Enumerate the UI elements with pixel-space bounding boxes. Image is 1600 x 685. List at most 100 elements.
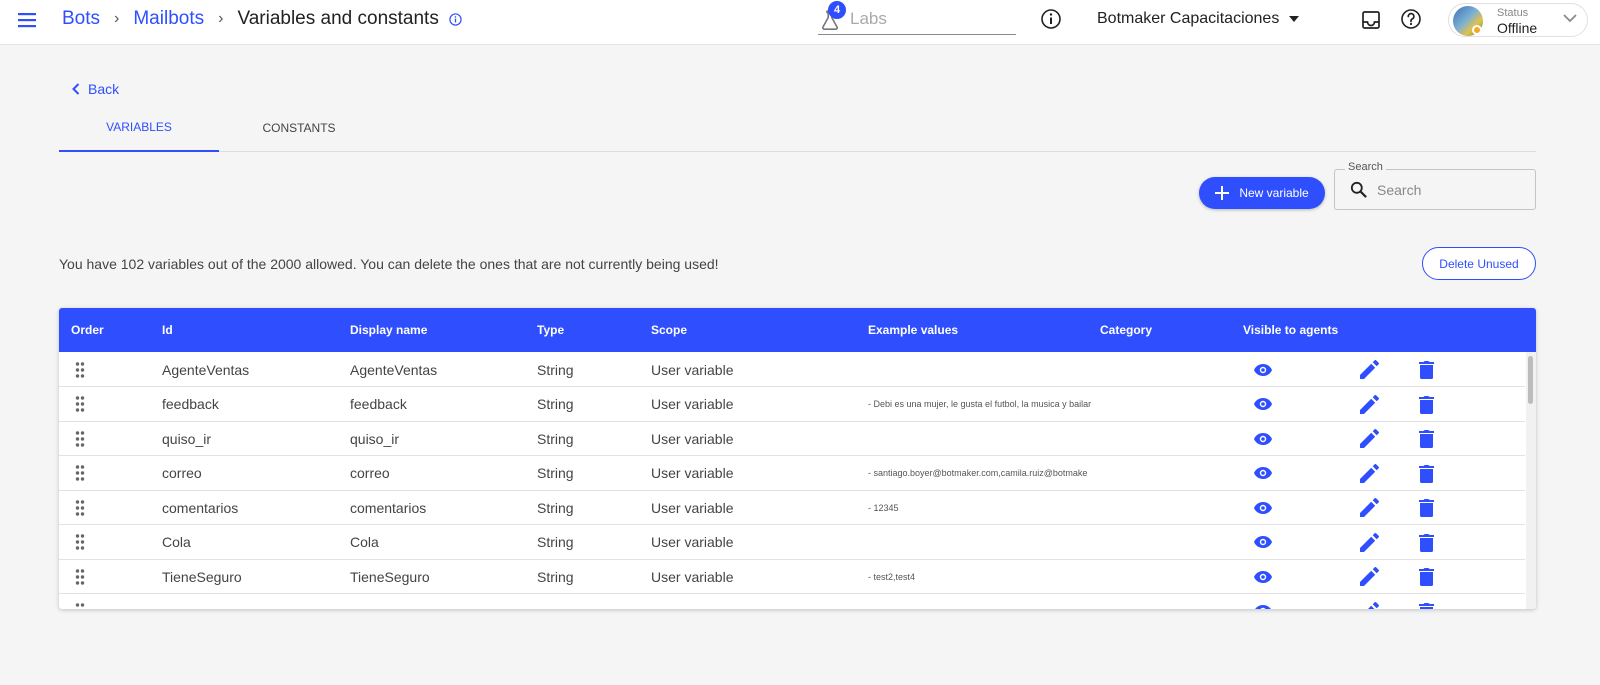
- cell-example-values: [868, 525, 1092, 560]
- table-row: AgenteVentas AgenteVentas String User va…: [59, 352, 1525, 387]
- header-order[interactable]: Order: [71, 308, 104, 352]
- table-body: AgenteVentas AgenteVentas String User va…: [59, 352, 1536, 609]
- cell-display-name: feedback: [350, 396, 407, 412]
- drag-handle-icon[interactable]: [75, 559, 85, 594]
- eye-icon[interactable]: [1254, 352, 1272, 387]
- trash-icon[interactable]: [1419, 421, 1434, 456]
- header-category[interactable]: Category: [1100, 308, 1152, 352]
- eye-icon[interactable]: [1254, 490, 1272, 525]
- table-row: TieneSeguro TieneSeguro String User vari…: [59, 559, 1525, 594]
- cell-display-name: AgenteVentas: [350, 361, 438, 378]
- back-link[interactable]: Back: [72, 81, 119, 97]
- eye-icon[interactable]: [1254, 456, 1272, 491]
- cell-display-name: TieneSeguro: [350, 568, 430, 585]
- status-selector[interactable]: Status Offline: [1448, 3, 1588, 37]
- cell-id: comentarios: [162, 499, 239, 516]
- variables-table: Order Id Display name Type Scope Example…: [59, 308, 1536, 609]
- trash-icon[interactable]: [1419, 490, 1434, 525]
- cell-type: String: [537, 568, 574, 585]
- new-variable-button[interactable]: New variable: [1199, 177, 1325, 209]
- cell-scope: User variable: [651, 568, 734, 585]
- cell-id: quiso_ir: [162, 430, 212, 447]
- info-icon[interactable]: [449, 12, 462, 26]
- account-selector[interactable]: Botmaker Capacitaciones: [1097, 0, 1300, 38]
- back-label: Back: [88, 81, 120, 97]
- chevron-right-icon: ›: [114, 10, 120, 27]
- drag-handle-icon[interactable]: [75, 525, 85, 560]
- edit-icon[interactable]: [1360, 594, 1379, 609]
- breadcrumb-bots[interactable]: Bots: [62, 8, 100, 30]
- cell-example-values: [868, 352, 1092, 387]
- table-row: correo correo String User variable - san…: [59, 456, 1525, 491]
- cell-type: String: [537, 465, 574, 481]
- trash-icon[interactable]: [1419, 387, 1434, 422]
- cell-id: feedback: [162, 396, 219, 412]
- tab-bar: VARIABLES CONSTANTS: [59, 104, 1536, 152]
- cell-example-values: - Debi es una mujer, le gusta el futbol,…: [868, 399, 1092, 409]
- header-type[interactable]: Type: [537, 308, 564, 352]
- inbox-icon[interactable]: [1360, 9, 1382, 31]
- trash-icon[interactable]: [1419, 352, 1434, 387]
- cell-scope: User variable: [651, 465, 734, 481]
- cell-id: TieneSeguro: [162, 568, 242, 585]
- plus-icon: [1215, 186, 1230, 200]
- cell-type: String: [537, 396, 574, 412]
- drag-handle-icon[interactable]: [75, 421, 85, 456]
- labs-input[interactable]: [850, 6, 1010, 32]
- cell-scope: User variable: [651, 361, 734, 378]
- trash-icon[interactable]: [1419, 525, 1434, 560]
- edit-icon[interactable]: [1360, 525, 1379, 560]
- delete-unused-button[interactable]: Delete Unused: [1422, 247, 1536, 280]
- cell-example-values: [868, 421, 1092, 456]
- search-icon: [1350, 181, 1367, 198]
- cell-id: correo: [162, 465, 202, 481]
- cell-scope: User variable: [651, 534, 734, 550]
- tab-variables[interactable]: VARIABLES: [59, 104, 219, 152]
- drag-handle-icon[interactable]: [75, 456, 85, 491]
- page-title: Variables and constants: [237, 8, 439, 29]
- labs-field[interactable]: 4: [818, 1, 1016, 35]
- drag-handle-icon[interactable]: [75, 594, 85, 610]
- eye-icon[interactable]: [1254, 387, 1272, 422]
- edit-icon[interactable]: [1360, 387, 1379, 422]
- cell-display-name: correo: [350, 465, 390, 481]
- breadcrumb-mailbots[interactable]: Mailbots: [133, 8, 204, 30]
- header-display-name[interactable]: Display name: [350, 308, 427, 352]
- edit-icon[interactable]: [1360, 456, 1379, 491]
- edit-icon[interactable]: [1360, 421, 1379, 456]
- edit-icon[interactable]: [1360, 559, 1379, 594]
- eye-icon[interactable]: [1254, 559, 1272, 594]
- menu-icon[interactable]: [16, 9, 38, 31]
- eye-icon[interactable]: [1254, 421, 1272, 456]
- drag-handle-icon[interactable]: [75, 387, 85, 422]
- search-input[interactable]: [1377, 178, 1527, 202]
- trash-icon[interactable]: [1419, 559, 1434, 594]
- header-scope[interactable]: Scope: [651, 308, 687, 352]
- new-variable-label: New variable: [1239, 186, 1309, 200]
- edit-icon[interactable]: [1360, 490, 1379, 525]
- variables-usage-text: You have 102 variables out of the 2000 a…: [59, 256, 719, 272]
- drag-handle-icon[interactable]: [75, 352, 85, 387]
- trash-icon[interactable]: [1419, 594, 1434, 609]
- scrollbar-thumb[interactable]: [1528, 356, 1533, 404]
- edit-icon[interactable]: [1360, 352, 1379, 387]
- chevron-down-icon: [1563, 14, 1577, 23]
- table-row-partial: [59, 594, 1525, 610]
- help-icon[interactable]: [1400, 8, 1422, 30]
- cell-example-values: [868, 594, 1092, 610]
- header-visible-to-agents: Visible to agents: [1243, 323, 1339, 337]
- tab-constants[interactable]: CONSTANTS: [219, 104, 379, 152]
- labs-badge: 4: [828, 1, 846, 19]
- drag-handle-icon[interactable]: [75, 490, 85, 525]
- eye-icon[interactable]: [1254, 594, 1272, 609]
- header-id[interactable]: Id: [162, 308, 173, 352]
- cell-scope: User variable: [651, 396, 734, 412]
- search-field[interactable]: Search: [1334, 161, 1536, 210]
- trash-icon[interactable]: [1419, 456, 1434, 491]
- info-icon[interactable]: [1040, 8, 1062, 30]
- eye-icon[interactable]: [1254, 525, 1272, 560]
- table-row: Cola Cola String User variable: [59, 525, 1525, 560]
- status-indicator: [1472, 25, 1482, 35]
- cell-scope: User variable: [651, 499, 734, 516]
- table-scrollbar[interactable]: [1526, 352, 1536, 609]
